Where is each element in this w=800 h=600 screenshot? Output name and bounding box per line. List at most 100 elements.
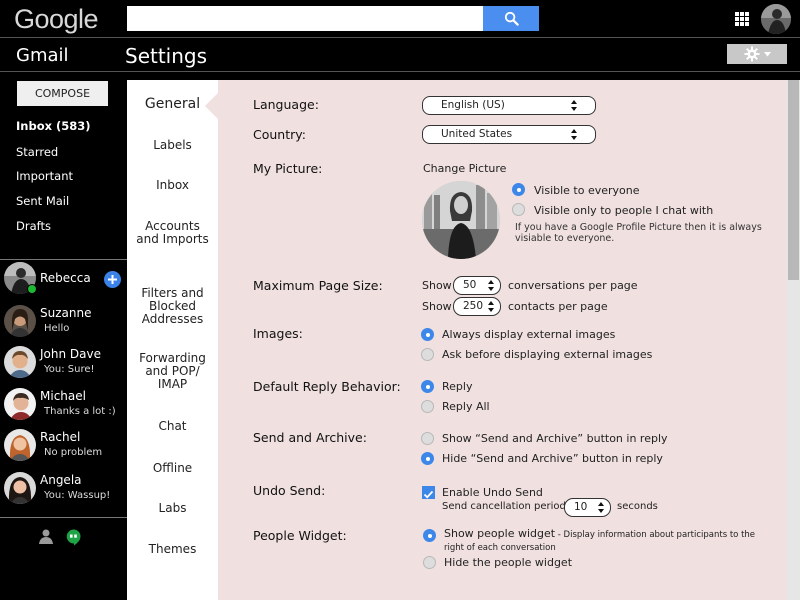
select-arrows-icon — [488, 280, 494, 292]
tab-inbox[interactable]: Inbox — [127, 179, 218, 192]
tab-labs[interactable]: Labs — [127, 502, 218, 515]
header-divider — [0, 71, 800, 72]
chat-contact[interactable]: John Dave You: Sure! — [0, 346, 127, 386]
images-always-label: Always display external images — [442, 328, 616, 341]
select-arrows-icon — [488, 301, 494, 313]
nav-item-sent-mail[interactable]: Sent Mail — [16, 194, 69, 208]
checkmark-icon — [423, 490, 434, 499]
conversations-per-page-select[interactable]: 50 — [453, 276, 501, 295]
my-picture-label: My Picture: — [253, 161, 323, 176]
cancellation-period-value: 10 — [574, 501, 588, 513]
cancellation-period-unit: seconds — [617, 501, 658, 512]
people-widget-show-option: Show people widget - Display information… — [444, 528, 776, 554]
send-archive-hide-label: Hide “Send and Archive” button in reply — [442, 452, 663, 465]
compose-button[interactable]: COMPOSE — [17, 81, 108, 106]
tab-filters-blocked[interactable]: Filters and Blocked Addresses — [127, 287, 218, 326]
page-size-label: Maximum Page Size: — [253, 278, 383, 293]
select-arrows-icon — [571, 100, 577, 112]
country-label: Country: — [253, 127, 306, 142]
chat-contact[interactable]: Angela You: Wassup! — [0, 472, 127, 512]
images-ask-radio[interactable] — [421, 348, 434, 361]
reply-all-radio[interactable] — [421, 400, 434, 413]
language-value: English (US) — [441, 99, 505, 111]
search-input[interactable] — [127, 6, 484, 31]
search-button[interactable] — [483, 6, 539, 31]
contact-name: Michael — [40, 389, 86, 403]
nav-item-inbox[interactable]: Inbox (583) — [16, 119, 91, 133]
send-archive-label: Send and Archive: — [253, 430, 367, 445]
select-arrows-icon — [571, 129, 577, 141]
people-widget-show-radio[interactable] — [423, 529, 436, 542]
profile-picture[interactable] — [422, 181, 500, 259]
nav-item-starred[interactable]: Starred — [16, 145, 58, 159]
settings-gear-button[interactable] — [727, 44, 787, 64]
picture-visible-chat-label: Visible only to people I chat with — [534, 204, 714, 217]
contact-status: You: Wassup! — [44, 490, 111, 501]
add-chat-button[interactable] — [104, 271, 121, 288]
tab-offline[interactable]: Offline — [127, 462, 218, 475]
cancellation-period-label: Send cancellation period: — [442, 501, 570, 512]
select-arrows-icon — [598, 502, 604, 514]
avatar — [4, 305, 36, 337]
enable-undo-send-checkbox[interactable] — [422, 486, 435, 499]
nav-item-important[interactable]: Important — [16, 169, 73, 183]
country-value: United States — [441, 128, 513, 140]
undo-send-label: Undo Send: — [253, 483, 326, 498]
avatar — [4, 388, 36, 420]
google-logo[interactable]: Google — [14, 4, 99, 35]
tab-accounts-imports[interactable]: Accounts and Imports — [127, 220, 218, 246]
person-icon[interactable] — [38, 529, 54, 548]
account-avatar[interactable] — [761, 4, 791, 34]
picture-visible-chat-radio[interactable] — [512, 203, 525, 216]
chat-contact[interactable]: Michael Thanks a lot :) — [0, 388, 127, 428]
scrollbar-thumb[interactable] — [788, 80, 799, 280]
avatar — [4, 429, 36, 461]
avatar — [4, 472, 36, 504]
page-title: Settings — [125, 44, 208, 68]
conversations-per-page-value: 50 — [463, 279, 477, 291]
search-icon — [504, 11, 519, 26]
reply-all-option-label: Reply All — [442, 400, 490, 413]
images-label: Images: — [253, 326, 303, 341]
contact-status: No problem — [44, 447, 103, 458]
enable-undo-send-label: Enable Undo Send — [442, 486, 543, 499]
reply-option-label: Reply — [442, 380, 473, 393]
contact-name: John Dave — [40, 347, 101, 361]
picture-visible-everyone-radio[interactable] — [512, 183, 525, 196]
gear-icon — [744, 46, 759, 62]
people-widget-label: People Widget: — [253, 528, 347, 543]
language-select[interactable]: English (US) — [422, 96, 596, 115]
tab-chat[interactable]: Chat — [127, 420, 218, 433]
tab-forwarding-pop-imap[interactable]: Forwarding and POP/ IMAP — [127, 352, 218, 391]
app-label[interactable]: Gmail — [16, 45, 69, 66]
chevron-down-icon — [763, 51, 771, 56]
send-archive-show-radio[interactable] — [421, 432, 434, 445]
people-widget-hide-radio[interactable] — [423, 556, 436, 569]
apps-grid-icon[interactable] — [735, 12, 749, 26]
change-picture-link[interactable]: Change Picture — [423, 162, 506, 175]
show-label: Show — [422, 279, 452, 292]
tab-labels[interactable]: Labels — [127, 139, 218, 152]
chat-contact[interactable]: Rachel No problem — [0, 429, 127, 469]
chat-contact[interactable]: Suzanne Hello — [0, 305, 127, 345]
send-archive-show-label: Show “Send and Archive” button in reply — [442, 432, 668, 445]
avatar — [4, 346, 36, 378]
country-select[interactable]: United States — [422, 125, 596, 144]
cancellation-period-select[interactable]: 10 — [564, 498, 611, 517]
chat-divider — [0, 517, 127, 518]
send-archive-hide-radio[interactable] — [421, 452, 434, 465]
settings-tabs: General Labels Inbox Accounts and Import… — [127, 80, 218, 600]
contact-name: Rebecca — [40, 271, 91, 285]
gmail-settings-window: Google Gmail Settings COMPOSE Inbox (583… — [0, 0, 800, 600]
people-widget-hide-label: Hide the people widget — [444, 556, 573, 569]
nav-item-drafts[interactable]: Drafts — [16, 219, 51, 233]
hangouts-icon[interactable] — [66, 529, 81, 550]
images-ask-label: Ask before displaying external images — [442, 348, 653, 361]
images-always-radio[interactable] — [421, 328, 434, 341]
contacts-per-page-select[interactable]: 250 — [453, 297, 501, 316]
contact-status: You: Sure! — [44, 364, 95, 375]
contact-status: Hello — [44, 323, 70, 334]
tab-themes[interactable]: Themes — [127, 543, 218, 556]
reply-radio[interactable] — [421, 380, 434, 393]
show-label: Show — [422, 300, 452, 313]
